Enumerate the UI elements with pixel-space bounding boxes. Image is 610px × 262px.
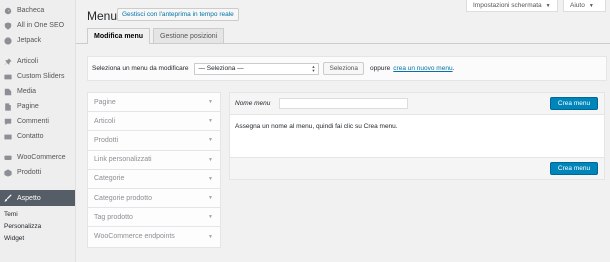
submenu-personalizza[interactable]: Personalizza	[0, 221, 75, 233]
select-arrows-icon: ▲ ▼	[311, 63, 316, 73]
accordion-label: WooCommerce endpoints	[94, 233, 175, 241]
accordion-categorie-prodotto[interactable]: Categorie prodotto ▼	[88, 188, 220, 209]
sidebar-item-prodotti[interactable]: Prodotti	[0, 165, 75, 180]
triangle-down-icon: ▼	[208, 156, 213, 163]
tab-edit-menu[interactable]: Modifica menu	[87, 28, 151, 44]
menu-edit-panel: Nome menu Crea menu Assegna un nome al m…	[229, 92, 605, 180]
triangle-down-icon: ▼	[208, 195, 213, 202]
sidebar-item-jetpack[interactable]: Jetpack	[0, 33, 75, 48]
sidebar-item-woocommerce[interactable]: WooCommerce	[0, 150, 75, 165]
comments-icon	[3, 117, 12, 126]
menu-panel-header: Nome menu Crea menu	[230, 93, 604, 115]
sidebar-item-label: Contatto	[17, 133, 44, 140]
admin-sidebar: Bacheca All in One SEO Jetpack Articoli …	[0, 0, 76, 262]
accordion-label: Tag prodotto	[94, 213, 133, 221]
help-button[interactable]: Aiuto ▼	[563, 0, 606, 12]
contact-icon	[3, 132, 12, 141]
select-button[interactable]: Seleziona	[323, 62, 365, 75]
sidebar-item-contatto[interactable]: Contatto	[0, 129, 75, 144]
slider-icon	[3, 72, 12, 81]
jetpack-icon	[3, 36, 12, 45]
woocommerce-icon	[3, 153, 12, 162]
menu-instructions: Assegna un nome al menu, quindi fai clic…	[235, 123, 398, 130]
seo-icon	[3, 21, 12, 30]
triangle-down-icon: ▼	[208, 118, 213, 125]
screen-options-button[interactable]: Impostazioni schermata ▼	[466, 0, 558, 12]
accordion-tag-prodotto[interactable]: Tag prodotto ▼	[88, 208, 220, 228]
create-new-menu-link[interactable]: crea un nuovo menu	[393, 65, 452, 72]
sidebar-item-label: Media	[17, 88, 37, 95]
appearance-icon	[3, 194, 12, 203]
sidebar-item-label: Articoli	[17, 58, 39, 65]
sidebar-item-media[interactable]: Media	[0, 84, 75, 99]
menu-name-label: Nome menu	[235, 100, 271, 107]
caret-down-icon: ▼	[545, 2, 551, 9]
menu-panel-footer: Crea menu	[230, 157, 604, 179]
products-icon	[3, 168, 12, 177]
triangle-down-icon: ▼	[208, 137, 213, 144]
sidebar-item-label: Commenti	[17, 118, 49, 125]
sidebar-item-label: Prodotti	[17, 169, 42, 176]
accordion-pagine[interactable]: Pagine ▼	[88, 93, 220, 113]
triangle-down-icon: ▼	[208, 99, 213, 106]
tab-manage-locations[interactable]: Gestione posizioni	[153, 28, 225, 43]
live-preview-button[interactable]: Gestisci con l'anteprima in tempo reale	[117, 8, 239, 21]
caret-down-icon: ▼	[588, 2, 594, 9]
accordion-label: Link personalizzati	[94, 156, 152, 164]
period-text: .	[452, 65, 455, 72]
sidebar-item-seo[interactable]: All in One SEO	[0, 18, 75, 33]
menu-name-input[interactable]	[279, 98, 409, 109]
accordion-label: Categorie prodotto	[94, 194, 152, 202]
accordion-label: Prodotti	[94, 136, 119, 144]
accordion-link-personalizzati[interactable]: Link personalizzati ▼	[88, 150, 220, 170]
sidebar-item-label: Custom Sliders	[17, 73, 65, 80]
dashboard-icon	[3, 6, 12, 15]
sidebar-item-commenti[interactable]: Commenti	[0, 114, 75, 129]
triangle-down-icon: ▼	[208, 175, 213, 182]
screen-options-label: Impostazioni schermata	[473, 2, 542, 9]
submenu-temi[interactable]: Temi	[0, 209, 75, 221]
accordion-articoli[interactable]: Articoli ▼	[88, 112, 220, 132]
sidebar-item-custom-sliders[interactable]: Custom Sliders	[0, 69, 75, 84]
or-text: oppure	[370, 65, 391, 72]
sidebar-item-pagine[interactable]: Pagine	[0, 99, 75, 114]
sidebar-item-label: Aspetto	[17, 194, 41, 202]
help-label: Aiuto	[570, 2, 585, 9]
accordion-categorie[interactable]: Categorie ▼	[88, 169, 220, 189]
select-menu-label: Seleziona un menu da modificare	[92, 65, 189, 72]
triangle-down-icon: ▼	[208, 214, 213, 221]
create-menu-button-bottom[interactable]: Crea menu	[550, 162, 598, 175]
nav-tabs: Modifica menu Gestione posizioni	[87, 28, 225, 44]
menu-select-dropdown[interactable]: — Seleziona — ▲ ▼	[194, 62, 320, 75]
triangle-down-icon: ▼	[208, 233, 213, 240]
sidebar-item-label: Bacheca	[17, 7, 45, 14]
sidebar-item-bacheca[interactable]: Bacheca	[0, 3, 75, 18]
accordion-label: Categorie	[94, 175, 125, 183]
sidebar-item-label: Pagine	[17, 103, 39, 110]
sidebar-item-aspetto[interactable]: Aspetto	[0, 190, 75, 206]
accordion-woocommerce-endpoints[interactable]: WooCommerce endpoints ▼	[88, 227, 220, 247]
accordion-label: Articoli	[94, 117, 116, 125]
accordion-prodotti[interactable]: Prodotti ▼	[88, 131, 220, 151]
sidebar-item-label: All in One SEO	[17, 22, 65, 29]
create-menu-button[interactable]: Crea menu	[550, 97, 598, 110]
pages-icon	[3, 102, 12, 111]
menu-items-accordion: Pagine ▼ Articoli ▼ Prodotti ▼ Link persona…	[87, 92, 221, 248]
sidebar-item-articoli[interactable]: Articoli	[0, 54, 75, 69]
submenu-widget[interactable]: Widget	[0, 233, 75, 245]
sidebar-item-label: Jetpack	[17, 37, 42, 44]
sidebar-item-label: WooCommerce	[17, 154, 66, 161]
media-icon	[3, 87, 12, 96]
dropdown-value: — Seleziona —	[198, 65, 244, 72]
accordion-label: Pagine	[94, 98, 116, 106]
pin-icon	[3, 57, 12, 66]
menu-select-bar: Seleziona un menu da modificare — Selezi…	[87, 56, 607, 81]
page-title: Menu	[87, 9, 118, 23]
